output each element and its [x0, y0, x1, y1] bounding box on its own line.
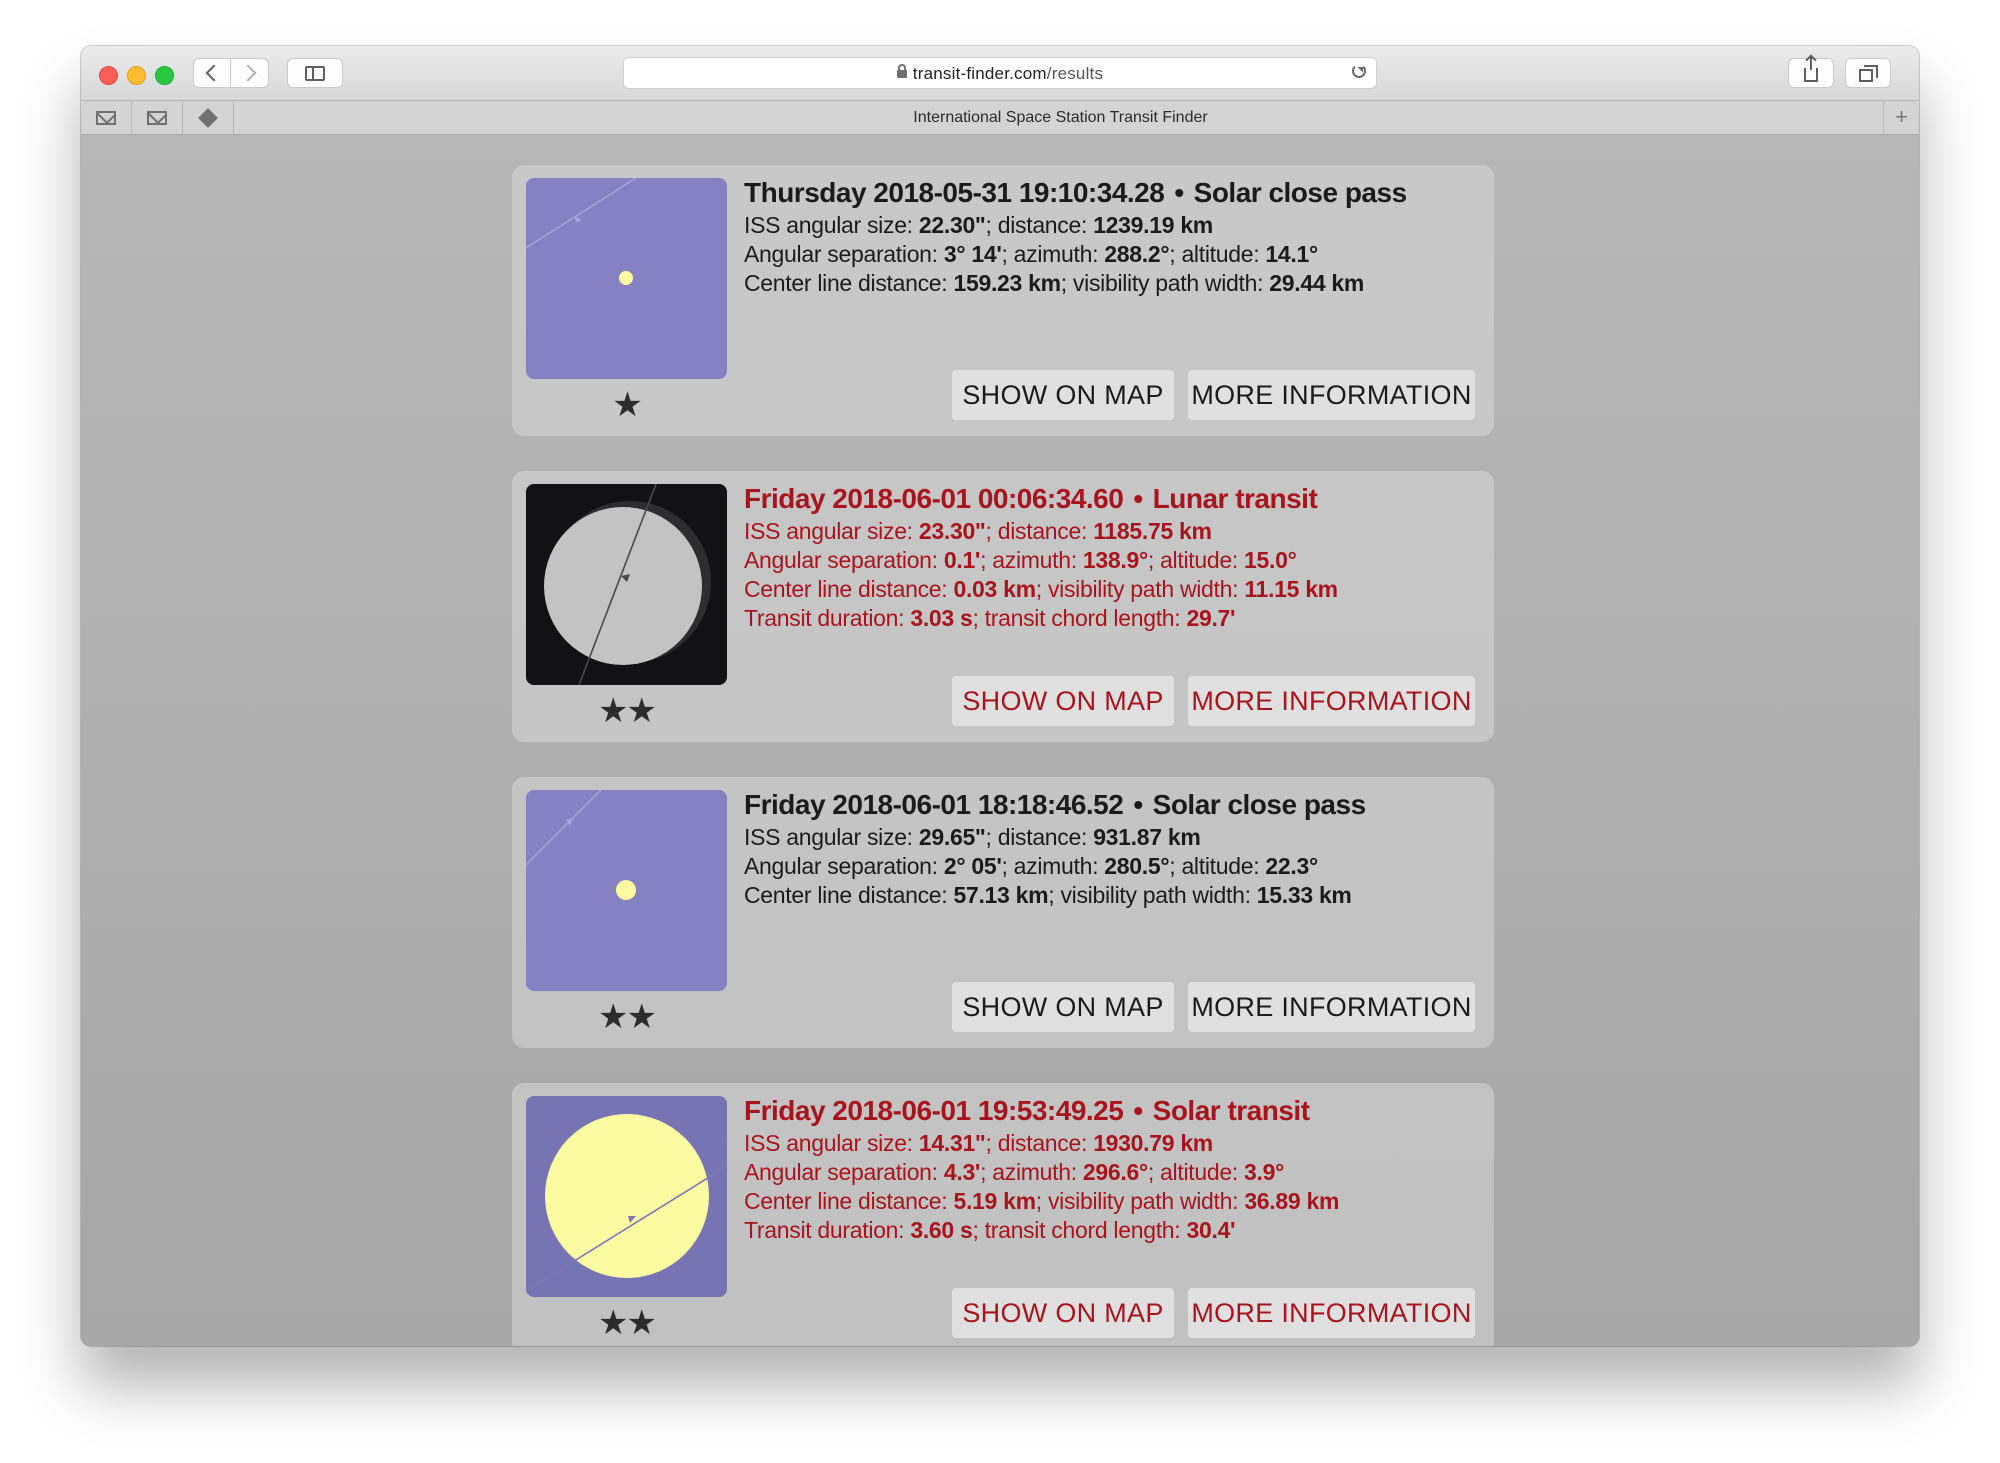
browser-window: transit-finder.com/results International…: [81, 46, 1919, 1346]
transit-duration-line: Transit duration: 3.60 s; transit chord …: [744, 1217, 1236, 1243]
lunar-transit-thumbnail: [526, 484, 727, 685]
event-datetime: Friday 2018-06-01 00:06:34.60: [744, 483, 1124, 514]
result-card: ★ Thursday 2018-05-31 19:10:34.28 • Solar …: [512, 165, 1494, 436]
share-icon: [1804, 56, 1818, 82]
tabs-overview-icon: [1859, 64, 1878, 82]
address-bar-url: transit-finder.com/results: [624, 64, 1376, 84]
result-details: Thursday 2018-05-31 19:10:34.28 • Solar cl…: [744, 175, 1480, 298]
sidebar-icon: [305, 65, 325, 81]
address-bar[interactable]: transit-finder.com/results: [623, 57, 1377, 89]
pinned-tab-mail-2[interactable]: [132, 101, 183, 134]
minimize-window-button[interactable]: [127, 66, 146, 85]
show-on-map-button[interactable]: SHOW ON MAP: [952, 676, 1174, 726]
git-icon: [198, 107, 218, 128]
separation-line: Angular separation: 0.1'; azimuth: 138.9…: [744, 547, 1297, 573]
separation-line: Angular separation: 4.3'; azimuth: 296.6…: [744, 1159, 1284, 1185]
iss-size-line: ISS angular size: 23.30"; distance: 1185…: [744, 518, 1212, 544]
bullet-separator: •: [1174, 177, 1184, 208]
rating-stars: ★★: [598, 1304, 657, 1342]
forward-button[interactable]: [231, 58, 269, 88]
separation-line: Angular separation: 2° 05'; azimuth: 280…: [744, 853, 1318, 879]
bullet-separator: •: [1133, 1095, 1143, 1126]
result-headline: Friday 2018-06-01 19:53:49.25 • Solar tran…: [744, 1093, 1480, 1129]
url-host: transit-finder.com: [912, 64, 1047, 83]
plus-icon: +: [1895, 104, 1908, 129]
event-type: Lunar transit: [1152, 483, 1318, 514]
event-datetime: Friday 2018-06-01 19:53:49.25: [744, 1095, 1124, 1126]
browser-toolbar: transit-finder.com/results: [81, 46, 1919, 101]
active-tab[interactable]: International Space Station Transit Find…: [238, 101, 1883, 134]
chevron-left-icon: [205, 64, 223, 82]
event-datetime: Thursday 2018-05-31 19:10:34.28: [744, 177, 1165, 208]
result-details: Friday 2018-06-01 19:53:49.25 • Solar tran…: [744, 1093, 1480, 1245]
solar-transit-thumbnail: [526, 1096, 727, 1297]
sun-disk: [619, 271, 633, 285]
event-type: Solar transit: [1152, 1095, 1310, 1126]
pinned-tab-git[interactable]: [183, 101, 234, 134]
iss-size-line: ISS angular size: 14.31"; distance: 1930…: [744, 1130, 1213, 1156]
result-details: Friday 2018-06-01 00:06:34.60 • Lunar tran…: [744, 481, 1480, 633]
result-headline: Thursday 2018-05-31 19:10:34.28 • Solar cl…: [744, 175, 1480, 211]
close-window-button[interactable]: [99, 66, 118, 85]
bullet-separator: •: [1133, 483, 1143, 514]
sidebar-toggle-button[interactable]: [287, 58, 343, 88]
event-type: Solar close pass: [1193, 177, 1408, 208]
back-button[interactable]: [193, 58, 231, 88]
show-on-map-button[interactable]: SHOW ON MAP: [952, 1288, 1174, 1338]
iss-size-line: ISS angular size: 22.30"; distance: 1239…: [744, 212, 1213, 238]
bullet-separator: •: [1133, 789, 1143, 820]
results-page: ★ Thursday 2018-05-31 19:10:34.28 • Solar …: [81, 135, 1919, 1346]
centerline-line: Center line distance: 0.03 km; visibilit…: [744, 576, 1338, 602]
moon-disk: [544, 507, 702, 665]
iss-size-line: ISS angular size: 29.65"; distance: 931.…: [744, 824, 1201, 850]
show-tabs-button[interactable]: [1845, 58, 1891, 88]
url-path: /results: [1046, 64, 1104, 83]
lock-icon: [896, 64, 907, 78]
event-datetime: Friday 2018-06-01 18:18:46.52: [744, 789, 1124, 820]
reload-icon[interactable]: [1352, 64, 1366, 78]
rating-stars: ★★: [598, 998, 657, 1036]
show-on-map-button[interactable]: SHOW ON MAP: [952, 982, 1174, 1032]
event-type: Solar close pass: [1152, 789, 1367, 820]
tab-bar: International Space Station Transit Find…: [81, 101, 1919, 135]
more-information-button[interactable]: MORE INFORMATION: [1188, 982, 1475, 1032]
solar-close-pass-thumbnail: [526, 178, 727, 379]
mail-icon: [147, 110, 167, 125]
zoom-window-button[interactable]: [155, 66, 174, 85]
sun-disk: [616, 880, 636, 900]
mail-icon: [96, 110, 116, 125]
rating-stars: ★★: [598, 692, 657, 730]
more-information-button[interactable]: MORE INFORMATION: [1188, 370, 1475, 420]
result-card: ★★ Friday 2018-06-01 19:53:49.25 • Solar t…: [512, 1083, 1494, 1346]
chevron-right-icon: [239, 64, 256, 82]
result-card: ★★ Friday 2018-06-01 00:06:34.60 • Lunar t…: [512, 471, 1494, 742]
pinned-tab-mail-1[interactable]: [81, 101, 132, 134]
result-headline: Friday 2018-06-01 18:18:46.52 • Solar clos…: [744, 787, 1480, 823]
separation-line: Angular separation: 3° 14'; azimuth: 288…: [744, 241, 1318, 267]
transit-duration-line: Transit duration: 3.03 s; transit chord …: [744, 605, 1236, 631]
centerline-line: Center line distance: 159.23 km; visibil…: [744, 270, 1365, 296]
sun-disk: [545, 1114, 709, 1278]
more-information-button[interactable]: MORE INFORMATION: [1188, 1288, 1475, 1338]
more-information-button[interactable]: MORE INFORMATION: [1188, 676, 1475, 726]
solar-close-pass-thumbnail: [526, 790, 727, 991]
show-on-map-button[interactable]: SHOW ON MAP: [952, 370, 1174, 420]
new-tab-button[interactable]: +: [1883, 101, 1919, 134]
share-button[interactable]: [1788, 56, 1834, 88]
rating-stars: ★: [612, 386, 642, 424]
result-headline: Friday 2018-06-01 00:06:34.60 • Lunar tran…: [744, 481, 1480, 517]
centerline-line: Center line distance: 57.13 km; visibili…: [744, 882, 1352, 908]
centerline-line: Center line distance: 5.19 km; visibilit…: [744, 1188, 1340, 1214]
result-details: Friday 2018-06-01 18:18:46.52 • Solar clos…: [744, 787, 1480, 910]
result-card: ★★ Friday 2018-06-01 18:18:46.52 • Solar c…: [512, 777, 1494, 1048]
